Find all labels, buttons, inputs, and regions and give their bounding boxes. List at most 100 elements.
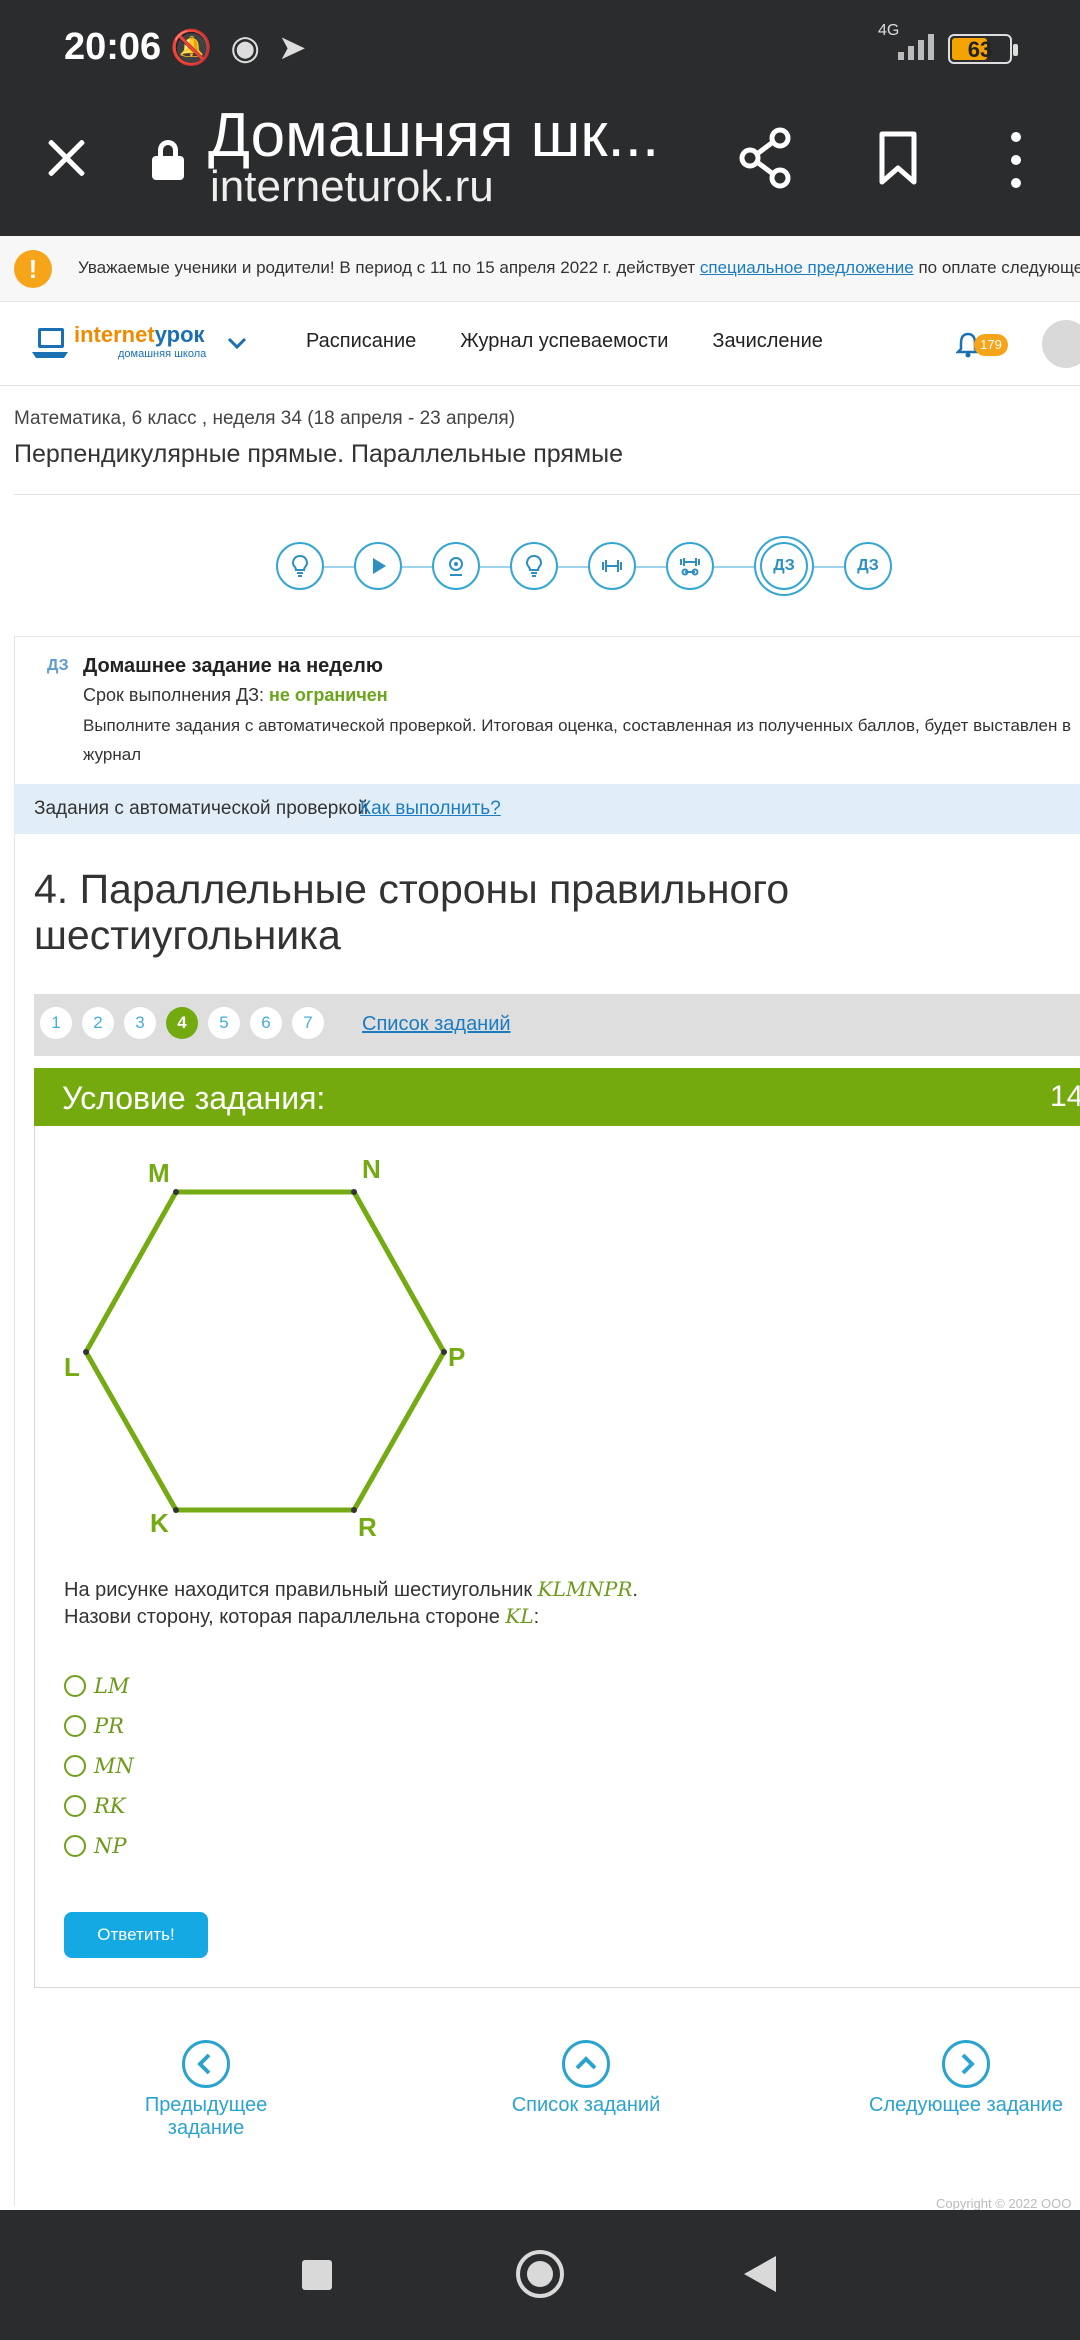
lock-icon[interactable]: [152, 140, 184, 180]
step-trainer[interactable]: [588, 542, 636, 590]
radio-button[interactable]: [64, 1755, 86, 1777]
vertex-label: K: [150, 1508, 169, 1538]
browser-url[interactable]: interneturok.ru: [210, 162, 494, 212]
page-5[interactable]: 5: [208, 1007, 240, 1039]
more-menu-icon[interactable]: [1008, 132, 1024, 188]
step-homework-active[interactable]: ДЗ: [760, 542, 808, 590]
next-task-button[interactable]: Следующее задание: [866, 2040, 1066, 2117]
step-summary[interactable]: [510, 542, 558, 590]
answer-option[interactable]: RK: [64, 1786, 134, 1826]
radio-button[interactable]: [64, 1675, 86, 1697]
logo-subtitle: домашняя школа: [118, 348, 207, 360]
question-text: На рисунке находится правильный шестиуго…: [64, 1577, 638, 1628]
special-offer-link[interactable]: специальное предложение: [700, 258, 914, 277]
hexagon-figure: M N P R K L: [64, 1154, 465, 1540]
dumbbell-icon: [602, 560, 622, 572]
page-3[interactable]: 3: [124, 1007, 156, 1039]
step-theory[interactable]: [276, 542, 324, 590]
vertex-label: L: [64, 1352, 80, 1382]
signal-icon: [898, 34, 934, 60]
chevron-down-icon[interactable]: [226, 332, 248, 354]
condition-header: Условие задания: 14: [34, 1068, 1080, 1126]
homework-card: ДЗ Домашнее задание на неделю Срок выпол…: [14, 636, 1080, 784]
task-list-button[interactable]: Список заданий: [486, 2040, 686, 2117]
answer-option[interactable]: NP: [64, 1826, 134, 1866]
breadcrumb: Математика, 6 класс , неделя 34 (18 апре…: [14, 408, 516, 429]
prev-task-button[interactable]: Предыдущее задание: [106, 2040, 306, 2140]
status-time: 20:06: [64, 26, 162, 68]
step-webinar[interactable]: [432, 542, 480, 590]
nav-enrollment[interactable]: Зачисление: [712, 330, 823, 353]
autocheck-label: Задания с автоматической проверкой: [34, 798, 369, 819]
lesson-steps: ДЗ ДЗ: [276, 542, 892, 592]
divider: [14, 494, 1080, 495]
radio-button[interactable]: [64, 1795, 86, 1817]
vertex-label: R: [358, 1512, 377, 1540]
site-logo[interactable]: internetурок домашняя школа: [30, 322, 210, 366]
homework-title: Домашнее задание на неделю: [83, 655, 383, 677]
page-4-current[interactable]: 4: [166, 1007, 198, 1039]
close-icon[interactable]: [40, 132, 92, 184]
announcement-text: Уважаемые ученики и родители! В период с…: [78, 258, 1080, 277]
task-heading: 4. Параллельные стороны правильного шест…: [34, 866, 790, 958]
lesson-title: Перпендикулярные прямые. Параллельные пр…: [14, 440, 623, 468]
announcement-banner: ! Уважаемые ученики и родители! В период…: [0, 236, 1080, 302]
condition-title: Условие задания:: [62, 1080, 326, 1116]
back-icon[interactable]: [744, 2256, 776, 2292]
home-icon[interactable]: [516, 2250, 564, 2298]
avatar[interactable]: [1042, 320, 1080, 368]
step-tests[interactable]: [666, 542, 714, 590]
homework-description: Выполните задания с автоматической прове…: [83, 716, 1072, 764]
vertex-label: P: [448, 1342, 465, 1372]
battery-level: 63: [967, 37, 993, 62]
chevron-left-icon: [197, 2053, 211, 2075]
homework-tag: ДЗ: [47, 657, 69, 674]
lightbulb-icon: [525, 554, 543, 577]
main-nav: Расписание Журнал успеваемости Зачислени…: [306, 330, 823, 353]
homework-deadline: Срок выполнения ДЗ: не ограничен: [83, 685, 388, 705]
answer-option[interactable]: LM: [64, 1666, 134, 1706]
site-header: internetурок домашняя школа Расписание Ж…: [0, 302, 1080, 386]
page-1[interactable]: 1: [40, 1007, 72, 1039]
nav-schedule[interactable]: Расписание: [306, 330, 416, 353]
task-pager: 1 2 3 4 5 6 7 Список заданий: [34, 994, 1080, 1056]
status-bar: 20:06 🔕 ◉ ➤ 4G 63: [0, 0, 1080, 96]
vertex-label: N: [362, 1154, 381, 1184]
answer-option[interactable]: MN: [64, 1746, 134, 1786]
autocheck-bar: Задания с автоматической проверкой Как в…: [14, 784, 1080, 834]
recents-icon[interactable]: [302, 2260, 332, 2290]
media-icon: ◉: [230, 29, 261, 67]
logo-text-accent: урок: [154, 322, 205, 347]
hexagon-shape: [83, 1189, 447, 1513]
answer-options: LM PR MN RK NP: [64, 1666, 134, 1866]
share-icon[interactable]: [738, 126, 794, 190]
condition-points: 14: [1050, 1080, 1080, 1113]
how-to-link[interactable]: Как выполнить?: [360, 798, 501, 820]
page-2[interactable]: 2: [82, 1007, 114, 1039]
vertex-label: M: [148, 1158, 170, 1188]
page-7[interactable]: 7: [292, 1007, 324, 1039]
step-homework[interactable]: ДЗ: [844, 542, 892, 590]
battery-icon: 63: [948, 34, 1018, 64]
bookmark-icon[interactable]: [878, 130, 918, 186]
deadline-value: не ограничен: [269, 685, 388, 705]
telegram-icon: ➤: [278, 29, 307, 67]
copyright: Copyright © 2022 ООО: [936, 2196, 1072, 2211]
system-nav-bar: [0, 2210, 1080, 2340]
chevron-right-icon: [961, 2053, 975, 2075]
task-list-link[interactable]: Список заданий: [362, 1013, 511, 1036]
answer-option[interactable]: PR: [64, 1706, 134, 1746]
side-name: KL: [505, 1604, 534, 1628]
browser-toolbar: Домашняя шк... interneturok.ru: [0, 96, 1080, 236]
lightbulb-icon: [291, 554, 309, 577]
play-icon: [373, 558, 386, 574]
submit-answer-button[interactable]: Ответить!: [64, 1912, 208, 1958]
chevron-up-icon: [575, 2056, 597, 2070]
dumbbell-stack-icon: [680, 558, 700, 576]
page-6[interactable]: 6: [250, 1007, 282, 1039]
nav-gradebook[interactable]: Журнал успеваемости: [460, 330, 668, 353]
radio-button[interactable]: [64, 1715, 86, 1737]
step-video[interactable]: [354, 542, 402, 590]
hexagon-name: KLMNPR: [537, 1577, 633, 1601]
radio-button[interactable]: [64, 1835, 86, 1857]
